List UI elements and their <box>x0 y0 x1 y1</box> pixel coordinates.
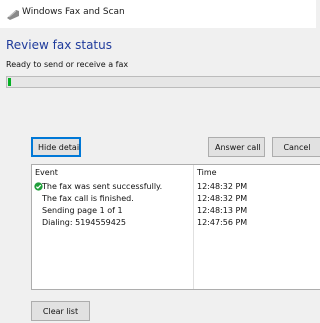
page-title: Review fax status <box>6 38 112 52</box>
event-text: The fax was sent successfully. <box>42 182 163 191</box>
event-text: Sending page 1 of 1 <box>42 206 123 215</box>
list-item[interactable]: The fax call is finished. 12:48:32 PM <box>32 193 320 204</box>
event-time: 12:48:32 PM <box>197 194 248 203</box>
fax-app-icon <box>7 10 19 20</box>
answer-call-button[interactable]: Answer call <box>208 137 265 157</box>
event-time: 12:48:32 PM <box>197 182 248 191</box>
event-text: Dialing: 5194559425 <box>42 218 127 227</box>
list-item[interactable]: Dialing: 5194559425 12:47:56 PM <box>32 217 320 228</box>
title-bar: Windows Fax and Scan <box>0 0 316 28</box>
window-title: Windows Fax and Scan <box>22 7 125 17</box>
column-header-event[interactable]: Event <box>35 168 58 177</box>
event-text: The fax call is finished. <box>42 194 134 203</box>
list-item[interactable]: Sending page 1 of 1 12:48:13 PM <box>32 205 320 216</box>
status-text: Ready to send or receive a fax <box>6 60 129 69</box>
event-time: 12:48:13 PM <box>197 206 248 215</box>
column-header-time[interactable]: Time <box>197 168 217 177</box>
list-item[interactable]: The fax was sent successfully. 12:48:32 … <box>32 181 320 192</box>
cancel-button[interactable]: Cancel <box>272 137 320 157</box>
events-list[interactable]: Event Time The fax was sent successfully… <box>31 164 320 290</box>
progress-bar <box>6 76 320 88</box>
progress-fill <box>8 78 12 86</box>
event-time: 12:47:56 PM <box>197 218 248 227</box>
hide-details-button[interactable]: Hide details <box>31 137 81 157</box>
clear-list-button[interactable]: Clear list <box>31 301 90 321</box>
